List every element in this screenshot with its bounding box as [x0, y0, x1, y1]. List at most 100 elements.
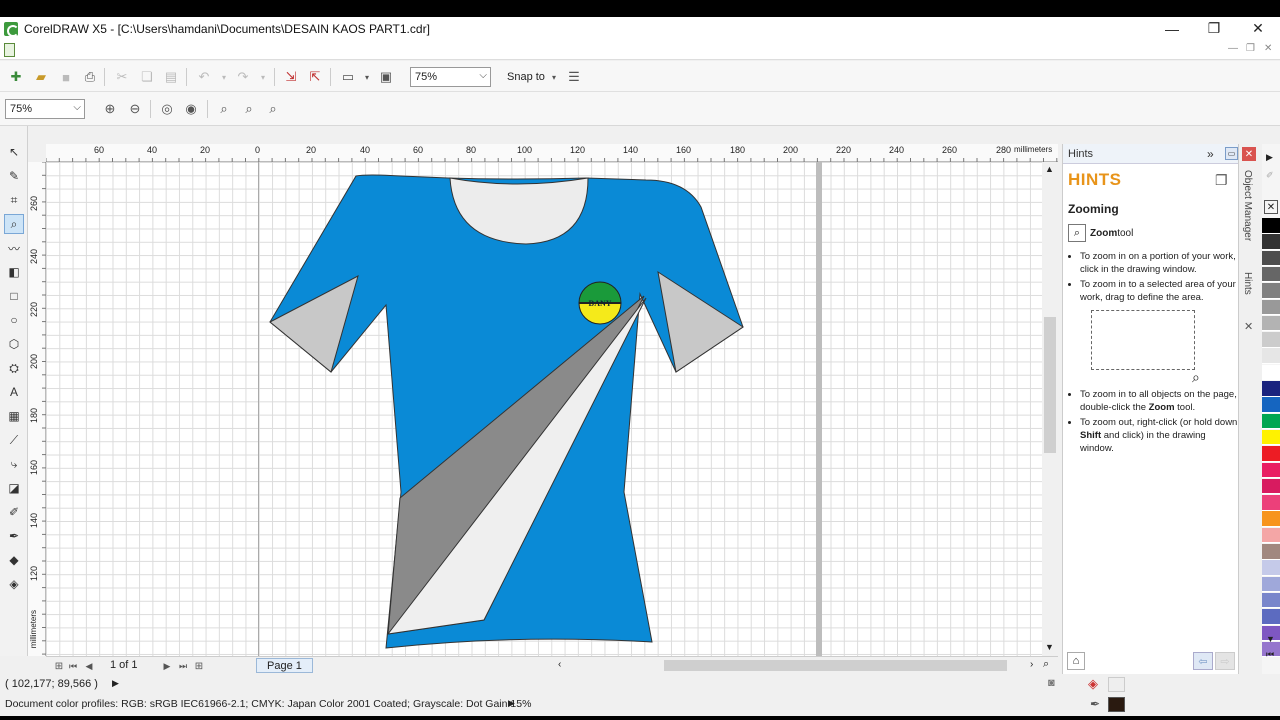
scroll-left-icon[interactable]: ‹	[558, 659, 561, 670]
palette-scroll-down-icon[interactable]: ▼	[1266, 634, 1275, 644]
blend-tool-icon[interactable]: ◪	[4, 478, 24, 498]
new-document-icon[interactable]: ✚	[7, 68, 25, 86]
palette-swatch[interactable]	[1262, 234, 1280, 250]
palette-swatch[interactable]	[1262, 348, 1280, 364]
copy-icon[interactable]: ❏	[138, 68, 156, 86]
fill-color-swatch[interactable]	[1108, 677, 1125, 692]
property-zoom-combo[interactable]: 75% ⌵	[5, 99, 85, 119]
snap-status-icon[interactable]: ◙	[1048, 677, 1055, 689]
palette-swatch[interactable]	[1262, 250, 1280, 267]
outline-pen-icon[interactable]: ✒	[1090, 697, 1100, 711]
document-icon[interactable]	[4, 43, 15, 57]
pick-tool-icon[interactable]: ↖	[4, 142, 24, 162]
coords-expand-icon[interactable]: ▶	[112, 678, 119, 689]
text-tool-icon[interactable]: A	[4, 382, 24, 402]
interactive-fill-tool-icon[interactable]: ◈	[4, 574, 24, 594]
zoom-selected-icon[interactable]: ◎	[158, 100, 176, 118]
palette-swatch[interactable]	[1262, 218, 1280, 234]
tab-hints[interactable]: Hints	[1242, 272, 1253, 295]
palette-swatch[interactable]	[1262, 544, 1280, 560]
palette-swatch[interactable]	[1262, 592, 1280, 609]
open-folder-icon[interactable]: ▰	[32, 68, 50, 86]
paste-icon[interactable]: ▤	[162, 68, 180, 86]
page-tab-1[interactable]: Page 1	[256, 658, 313, 673]
docker-minimize-icon[interactable]: ▭	[1225, 147, 1238, 160]
palette-swatch[interactable]	[1262, 283, 1280, 299]
close-tab-icon[interactable]: ✕	[1244, 320, 1253, 333]
palette-swatch[interactable]	[1262, 332, 1280, 348]
scroll-right-icon[interactable]: ›	[1030, 659, 1033, 670]
doc-minimize-icon[interactable]: —	[1228, 43, 1238, 54]
welcome-screen-icon[interactable]: ▣	[377, 68, 395, 86]
zoom-navigator-icon[interactable]: ⌕	[1043, 658, 1049, 671]
application-launcher-icon[interactable]: ▭	[339, 68, 357, 86]
import-icon[interactable]: ⇲	[282, 68, 300, 86]
docker-expand-icon[interactable]: »	[1207, 147, 1214, 161]
redo-icon[interactable]: ↷	[234, 68, 252, 86]
palette-swatch[interactable]	[1262, 462, 1280, 478]
palette-swatch[interactable]	[1262, 381, 1280, 397]
vertical-scrollbar[interactable]: ▲ ▼	[1042, 162, 1058, 656]
palette-swatch[interactable]	[1262, 478, 1280, 495]
palette-swatch[interactable]	[1262, 429, 1280, 446]
export-icon[interactable]: ⇱	[306, 68, 324, 86]
previous-page-icon[interactable]: ◀	[80, 657, 98, 675]
palette-eyedropper-icon[interactable]: ✐	[1266, 170, 1274, 181]
palette-scroll-up-icon[interactable]: ▶	[1266, 152, 1273, 163]
scroll-down-icon[interactable]: ▼	[1045, 642, 1054, 652]
ellipse-tool-icon[interactable]: ○	[4, 310, 24, 330]
palette-expand-icon[interactable]: ⏮	[1266, 649, 1274, 660]
zoom-out-icon[interactable]: ⊖	[126, 100, 144, 118]
no-color-swatch[interactable]: ✕	[1264, 200, 1278, 214]
save-icon[interactable]: ■	[57, 68, 75, 86]
zoom-page-icon[interactable]: ⌕	[215, 100, 233, 118]
horizontal-ruler[interactable]: 60 40 20 0 20 40 60 80 100 120 140 160 1…	[46, 144, 1058, 162]
palette-swatch[interactable]	[1262, 560, 1280, 576]
zoom-page-height-icon[interactable]: ⌕	[264, 100, 282, 118]
tshirt-design[interactable]: DANY	[46, 162, 1042, 656]
doc-restore-icon[interactable]: ❐	[1246, 43, 1255, 54]
eyedropper-tool-icon[interactable]: ✐	[4, 502, 24, 522]
outline-color-swatch[interactable]	[1108, 697, 1125, 712]
redo-dropdown-icon[interactable]: ▾	[254, 68, 272, 86]
doc-close-icon[interactable]: ✕	[1264, 43, 1272, 54]
minimize-button[interactable]: —	[1150, 17, 1194, 40]
book-icon[interactable]: ❐	[1215, 172, 1228, 189]
palette-swatch[interactable]	[1262, 397, 1280, 413]
snap-dropdown-icon[interactable]: ▾	[545, 68, 563, 86]
zoom-all-objects-icon[interactable]: ◉	[182, 100, 200, 118]
tab-object-manager[interactable]: Object Manager	[1242, 170, 1253, 241]
palette-swatch[interactable]	[1262, 609, 1280, 625]
palette-swatch[interactable]	[1262, 511, 1280, 527]
zoom-page-width-icon[interactable]: ⌕	[240, 100, 258, 118]
shape-tool-icon[interactable]: ✎	[4, 166, 24, 186]
undo-dropdown-icon[interactable]: ▾	[215, 68, 233, 86]
hints-back-icon[interactable]: ⇦	[1193, 652, 1213, 670]
smart-fill-tool-icon[interactable]: ◧	[4, 262, 24, 282]
fill-tool-icon[interactable]: ◆	[4, 550, 24, 570]
fill-indicator-icon[interactable]: ◈	[1088, 676, 1098, 692]
cut-icon[interactable]: ✂	[113, 68, 131, 86]
hints-forward-icon[interactable]: ⇨	[1215, 652, 1235, 670]
palette-swatch[interactable]	[1262, 576, 1280, 593]
palette-swatch[interactable]	[1262, 364, 1280, 381]
hints-home-icon[interactable]: ⌂	[1067, 652, 1085, 670]
horizontal-scroll-thumb[interactable]	[664, 660, 1007, 671]
crop-tool-icon[interactable]: ⌗	[4, 190, 24, 210]
close-button[interactable]: ✕	[1236, 17, 1280, 40]
launcher-dropdown-icon[interactable]: ▾	[358, 68, 376, 86]
zoom-in-icon[interactable]: ⊕	[101, 100, 119, 118]
zoom-tool-icon[interactable]: ⌕	[4, 214, 24, 234]
palette-swatch[interactable]	[1262, 446, 1280, 462]
palette-swatch[interactable]	[1262, 266, 1280, 283]
vertical-scroll-thumb[interactable]	[1044, 317, 1056, 453]
rectangle-tool-icon[interactable]: □	[4, 286, 24, 306]
palette-swatch[interactable]	[1262, 495, 1280, 511]
connector-tool-icon[interactable]: ⤷	[4, 454, 24, 474]
table-tool-icon[interactable]: ▦	[4, 406, 24, 426]
palette-swatch[interactable]	[1262, 299, 1280, 315]
outline-tool-icon[interactable]: ✒	[4, 526, 24, 546]
options-icon[interactable]: ☰	[565, 68, 583, 86]
print-icon[interactable]: ⎙	[81, 68, 99, 86]
undo-icon[interactable]: ↶	[195, 68, 213, 86]
